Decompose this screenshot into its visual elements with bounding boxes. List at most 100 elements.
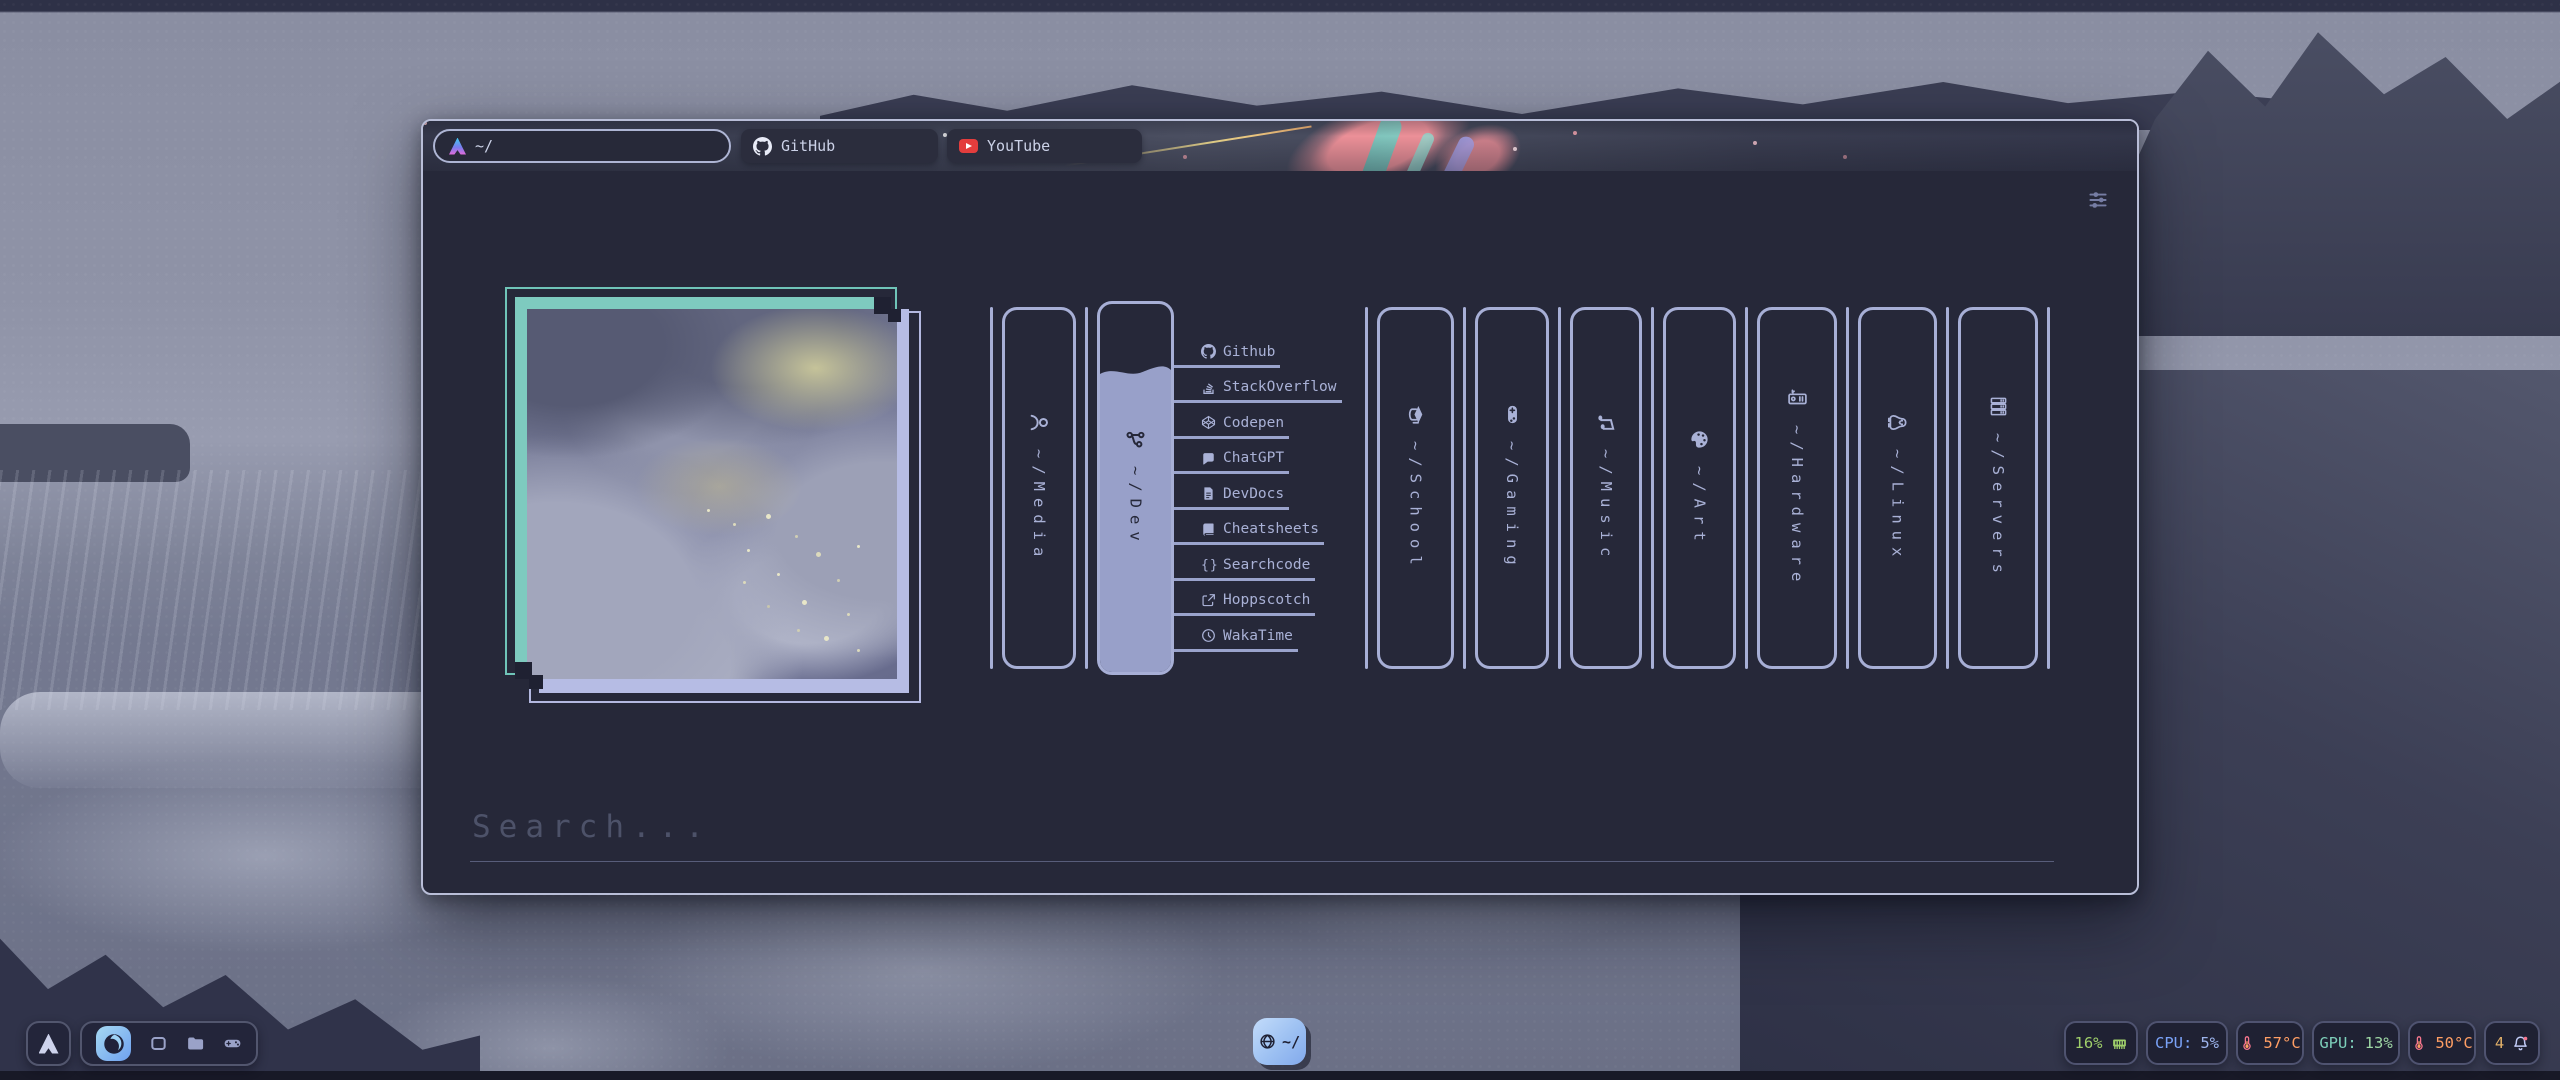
dev-link-stackoverflow[interactable]: StackOverflow: [1174, 368, 1342, 404]
active-window-label: ~/: [1282, 1033, 1300, 1051]
github-icon: [753, 137, 772, 156]
devdocs-icon: [1201, 486, 1216, 501]
gpu-temp-value: 50°C: [2435, 1034, 2472, 1052]
tux-icon: [1887, 412, 1908, 433]
window-settings-button[interactable]: [2085, 187, 2111, 213]
book-school[interactable]: ~/School: [1377, 307, 1454, 669]
arch-icon: [449, 138, 466, 155]
tab-github-label: GitHub: [781, 137, 835, 155]
window-icon: [149, 1034, 168, 1053]
hoppscotch-icon: [1201, 593, 1216, 608]
stackoverflow-icon: [1201, 380, 1216, 395]
dev-link-chatgpt[interactable]: ChatGPT: [1174, 439, 1289, 475]
active-window-button[interactable]: ~/: [1253, 1018, 1306, 1065]
book-label: ~/Music: [1597, 449, 1615, 563]
bookshelf: ~/Media ~/Dev Github: [981, 301, 2059, 675]
wallpaper-bottom-band: [0, 1071, 2560, 1080]
stat-memory: 16%: [2064, 1021, 2138, 1065]
searchcode-icon: {}: [1201, 557, 1216, 572]
dev-link-searchcode[interactable]: {} Searchcode: [1174, 545, 1315, 581]
cpu-temp-value: 57°C: [2263, 1034, 2300, 1052]
stat-cpu-temp: 57°C: [2236, 1021, 2304, 1065]
shelf-divider: [990, 307, 993, 669]
stat-notifications[interactable]: 4: [2484, 1021, 2540, 1065]
tab-youtube[interactable]: YouTube: [947, 129, 1142, 163]
tab-github[interactable]: GitHub: [741, 129, 938, 163]
dev-link-devdocs[interactable]: DevDocs: [1174, 474, 1289, 510]
memory-value: 16%: [2075, 1034, 2103, 1052]
book-music[interactable]: ~/Music: [1570, 307, 1642, 669]
gamepad-icon: [1502, 404, 1523, 425]
tab-home-label: ~/: [475, 137, 493, 155]
github-icon: [1201, 344, 1216, 359]
shelf-divider: [1946, 307, 1949, 669]
browser-window: ~/ GitHub YouTube: [421, 119, 2139, 895]
taskbar-launcher[interactable]: [26, 1021, 71, 1066]
thermometer-icon: [2411, 1035, 2427, 1051]
book-label: ~/Art: [1691, 466, 1709, 548]
shelf-divider: [1846, 307, 1849, 669]
graduation-icon: [1405, 404, 1426, 425]
palette-icon: [1689, 429, 1710, 450]
pc-tower-icon: [1787, 388, 1808, 409]
bell-icon: [2512, 1035, 2529, 1052]
artwork-frame: [503, 281, 923, 711]
book-art[interactable]: ~/Art: [1663, 307, 1736, 669]
gpu-label: GPU:: [2319, 1034, 2356, 1052]
book-label: ~/School: [1407, 441, 1425, 572]
book-hardware[interactable]: ~/Hardware: [1757, 307, 1837, 669]
artwork-image: [527, 309, 897, 679]
shelf-divider: [1745, 307, 1748, 669]
artwork-stars: [707, 509, 710, 512]
dock-games[interactable]: [223, 1034, 242, 1053]
shelf-divider: [1651, 307, 1654, 669]
folder-icon: [186, 1034, 205, 1053]
dev-link-codepen[interactable]: Codepen: [1174, 403, 1289, 439]
shelf-divider: [1463, 307, 1466, 669]
book-label: ~/Servers: [1989, 433, 2007, 580]
dev-book-group: ~/Dev Github StackOverflow Codepen ChatG…: [1097, 301, 1356, 675]
dock-window[interactable]: [149, 1034, 168, 1053]
dev-link-hoppscotch[interactable]: Hoppscotch: [1174, 581, 1315, 617]
shelf-divider: [1085, 307, 1088, 669]
book-label: ~/Gaming: [1503, 441, 1521, 572]
dock-firefox[interactable]: [96, 1026, 131, 1061]
dev-link-wakatime[interactable]: WakaTime: [1174, 616, 1298, 652]
stat-gpu: GPU: 13%: [2312, 1021, 2400, 1065]
book-gaming[interactable]: ~/Gaming: [1475, 307, 1549, 669]
book-linux[interactable]: ~/Linux: [1858, 307, 1937, 669]
book-servers[interactable]: ~/Servers: [1958, 307, 2038, 669]
music-icon: [1596, 412, 1617, 433]
shelf-divider: [1365, 307, 1368, 669]
book-dev[interactable]: ~/Dev: [1097, 301, 1174, 675]
gpu-value: 13%: [2365, 1034, 2393, 1052]
codepen-icon: [1201, 415, 1216, 430]
dev-link-cheatsheets[interactable]: Cheatsheets: [1174, 510, 1324, 546]
chatgpt-icon: [1201, 451, 1216, 466]
dev-link-github[interactable]: Github: [1174, 332, 1280, 368]
cpu-label: CPU:: [2155, 1034, 2192, 1052]
tab-bar: ~/ GitHub YouTube: [423, 121, 2137, 171]
frame-corner-square: [529, 675, 543, 689]
book-label: ~/Linux: [1889, 449, 1907, 563]
frame-corner-square: [888, 309, 901, 322]
thermometer-icon: [2239, 1035, 2255, 1051]
search-input[interactable]: [470, 809, 2054, 862]
ram-icon: [2111, 1035, 2128, 1052]
book-label: ~/Dev: [1127, 466, 1145, 548]
shelf-divider: [1558, 307, 1561, 669]
desktop: ~/ GitHub YouTube: [0, 0, 2560, 1080]
youtube-icon: [959, 139, 978, 153]
book-media[interactable]: ~/Media: [1002, 307, 1076, 669]
dock-files[interactable]: [186, 1034, 205, 1053]
stat-gpu-temp: 50°C: [2408, 1021, 2476, 1065]
globe-icon: [1259, 1033, 1276, 1050]
tab-home[interactable]: ~/: [433, 129, 731, 163]
taskbar-dock: [80, 1021, 258, 1066]
cpu-value: 5%: [2200, 1034, 2219, 1052]
book-label: ~/Hardware: [1788, 425, 1806, 588]
wakatime-icon: [1201, 628, 1216, 643]
gamepad-icon: [223, 1033, 242, 1054]
server-rack-icon: [1988, 396, 2009, 417]
notification-count: 4: [2495, 1034, 2504, 1052]
